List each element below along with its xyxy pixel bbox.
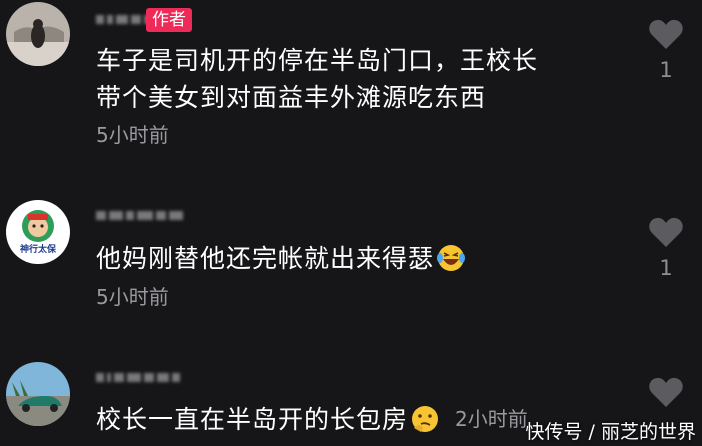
- heart-icon: [649, 377, 683, 407]
- comment-text-line: 车子是司机开的停在半岛门口，王校长: [96, 46, 539, 75]
- comment-text: 校长一直在半岛开的长包房: [96, 405, 409, 434]
- comment-item: 作者 车子是司机开的停在半岛门口，王校长 带个美女到对面益丰外滩源吃东西 5小时…: [0, 0, 702, 170]
- like-button[interactable]: [648, 18, 684, 54]
- avatar[interactable]: [6, 2, 70, 66]
- thinking-emoji-icon: [410, 404, 440, 443]
- heart-icon: [649, 217, 683, 247]
- like-count: 1: [659, 256, 673, 280]
- heart-icon: [649, 19, 683, 49]
- comment-time: 2小时前: [454, 407, 528, 431]
- comment-time: 5小时前: [96, 123, 169, 147]
- like-button[interactable]: [648, 376, 684, 412]
- author-badge: 作者: [146, 8, 192, 32]
- avatar[interactable]: 神行太保: [6, 200, 70, 264]
- comment-text: 他妈刚替他还完帐就出来得瑟: [96, 244, 435, 273]
- username[interactable]: [96, 12, 152, 26]
- avatar[interactable]: [6, 362, 70, 426]
- like-button[interactable]: [648, 216, 684, 252]
- comment-text-line: 带个美女到对面益丰外滩源吃东西: [96, 83, 487, 112]
- watermark: 快传号 / 丽芝的世界: [525, 421, 696, 443]
- avatar-caption: 神行太保: [19, 245, 56, 255]
- username[interactable]: [96, 208, 183, 222]
- username[interactable]: [96, 370, 180, 384]
- comment-time: 5小时前: [96, 285, 169, 309]
- comment-text-line: 他妈刚替他还完帐就出来得瑟: [96, 242, 466, 282]
- like-count: 1: [659, 58, 673, 82]
- comment-item: 神行太保 他妈刚替他还完帐就出来得瑟 5小时前 1: [0, 170, 702, 330]
- comment-text-line: 校长一直在半岛开的长包房 2小时前: [96, 402, 528, 443]
- laughing-tears-emoji-icon: [436, 243, 466, 282]
